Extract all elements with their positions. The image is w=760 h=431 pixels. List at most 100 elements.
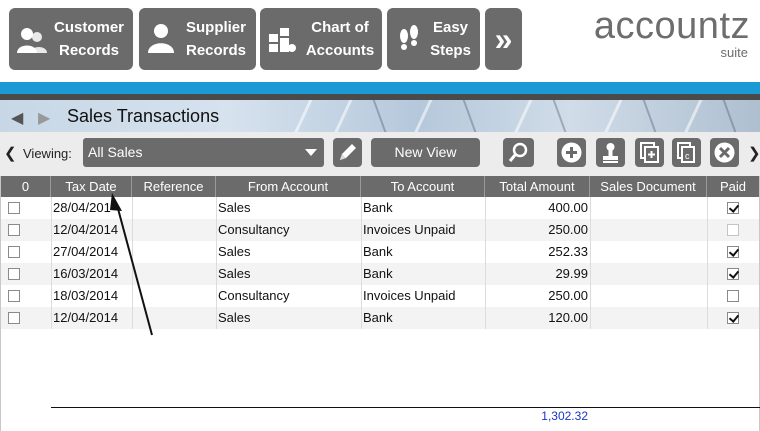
stamp-button[interactable] [596,138,625,167]
column-header-paid[interactable]: Paid [707,176,759,197]
cell-tax-date: 12/04/2014 [53,222,119,237]
cell-tax-date: 18/03/2014 [53,288,119,303]
paid-checkbox[interactable] [727,202,739,214]
cell-to-account: Bank [363,310,393,325]
table-row[interactable]: 12/04/2014 Consultancy Invoices Unpaid 2… [1,219,759,241]
cell-to-account: Bank [363,200,393,215]
cell-total-amount: 400.00 [548,200,588,215]
easy-steps-button[interactable]: Easy Steps [387,8,480,70]
cell-tax-date: 27/04/2014 [53,244,119,259]
row-select-checkbox[interactable] [8,202,20,214]
column-divider [485,197,486,329]
cell-sales-document [592,197,704,219]
cell-reference [135,197,215,219]
transactions-grid: 0 Tax Date Reference From Account To Acc… [0,176,760,431]
duplicate-button[interactable] [635,138,664,167]
easy-steps-label: Easy Steps [430,19,471,59]
edit-view-button[interactable] [333,138,362,167]
cell-tax-date: 28/04/201 [53,200,111,215]
table-row[interactable]: 12/04/2014 Sales Bank 120.00 [1,307,759,329]
row-select-checkbox[interactable] [8,290,20,302]
toolbar-scroll-right-icon[interactable]: ❯ [748,144,760,162]
column-divider [361,197,362,329]
search-button[interactable] [503,138,534,167]
paid-checkbox[interactable] [727,246,739,258]
column-header-total-amount[interactable]: Total Amount [485,176,590,197]
column-divider [132,197,133,329]
total-amount-sum: 1,302.32 [541,409,588,423]
cell-from-account: Sales [218,310,251,325]
paid-checkbox[interactable] [727,290,739,302]
grid-body: 28/04/201 Sales Bank 400.00 12/04/2014 C… [1,197,759,329]
cell-to-account: Invoices Unpaid [363,288,456,303]
column-header-to-account[interactable]: To Account [361,176,485,197]
table-row[interactable]: 16/03/2014 Sales Bank 29.99 [1,263,759,285]
back-arrow-icon[interactable]: ◀ [11,108,23,128]
cell-reference [135,307,215,329]
brand-logo: accountz suite [594,6,750,60]
cell-from-account: Sales [218,244,251,259]
more-navigation-button[interactable]: » [485,8,522,70]
customer-records-button[interactable]: Customer Records [9,8,133,70]
paid-checkbox[interactable] [727,312,739,324]
double-chevron-right-icon: » [494,21,513,57]
chart-of-accounts-label: Chart of Accounts [305,19,375,59]
row-select-checkbox[interactable] [8,268,20,280]
pencil-icon [340,144,356,160]
table-row[interactable]: 28/04/201 Sales Bank 400.00 [1,197,759,219]
cell-total-amount: 250.00 [548,288,588,303]
customer-icon [17,28,47,53]
table-row[interactable]: 18/03/2014 Consultancy Invoices Unpaid 2… [1,285,759,307]
supplier-records-button[interactable]: Supplier Records [139,8,256,70]
column-divider [590,197,591,329]
duplicate-icon [640,142,659,163]
new-view-button[interactable]: New View [371,138,480,167]
forward-arrow-icon[interactable]: ▶ [38,108,50,128]
cell-to-account: Bank [363,244,393,259]
row-select-checkbox[interactable] [8,312,20,324]
add-button[interactable] [557,138,586,167]
paid-checkbox[interactable] [727,224,739,236]
brand-name: accountz [593,5,750,47]
cell-sales-document [592,219,704,241]
cell-from-account: Sales [218,200,251,215]
column-header-from-account[interactable]: From Account [216,176,361,197]
table-row[interactable]: 27/04/2014 Sales Bank 252.33 [1,241,759,263]
chart-of-accounts-button[interactable]: Chart of Accounts [260,8,382,70]
top-navigation: Customer Records Supplier Records Chart … [0,0,760,82]
delete-button[interactable] [710,138,739,167]
grid-header: 0 Tax Date Reference From Account To Acc… [1,176,759,197]
cell-total-amount: 29.99 [555,266,588,281]
accent-bar [0,82,760,94]
cell-to-account: Invoices Unpaid [363,222,456,237]
cell-from-account: Consultancy [218,222,290,237]
copy-button[interactable]: c [672,138,701,167]
cell-reference [135,285,215,307]
column-header-select[interactable]: 0 [1,176,51,197]
row-select-checkbox[interactable] [8,246,20,258]
cell-sales-document [592,307,704,329]
cell-sales-document [592,263,704,285]
cell-total-amount: 250.00 [548,222,588,237]
svg-text:c: c [685,151,690,161]
view-select-value: All Sales [88,144,143,160]
chevron-down-icon [305,149,317,156]
column-divider [216,197,217,329]
view-select[interactable]: All Sales [83,138,324,167]
coins-icon [269,28,296,52]
column-header-reference[interactable]: Reference [132,176,216,197]
row-select-checkbox[interactable] [8,224,20,236]
toolbar-scroll-left-icon[interactable]: ❮ [4,144,17,162]
cell-from-account: Consultancy [218,288,290,303]
cell-reference [135,263,215,285]
cell-to-account: Bank [363,266,393,281]
supplier-icon [148,24,174,53]
cell-total-amount: 252.33 [548,244,588,259]
column-header-sales-document[interactable]: Sales Document [590,176,707,197]
cell-sales-document [592,241,704,263]
page-title: Sales Transactions [67,106,220,126]
title-band: ◀ ▶ Sales Transactions [0,100,760,132]
customer-records-label: Customer Records [53,19,124,59]
column-header-tax-date[interactable]: Tax Date [51,176,132,197]
paid-checkbox[interactable] [727,268,739,280]
